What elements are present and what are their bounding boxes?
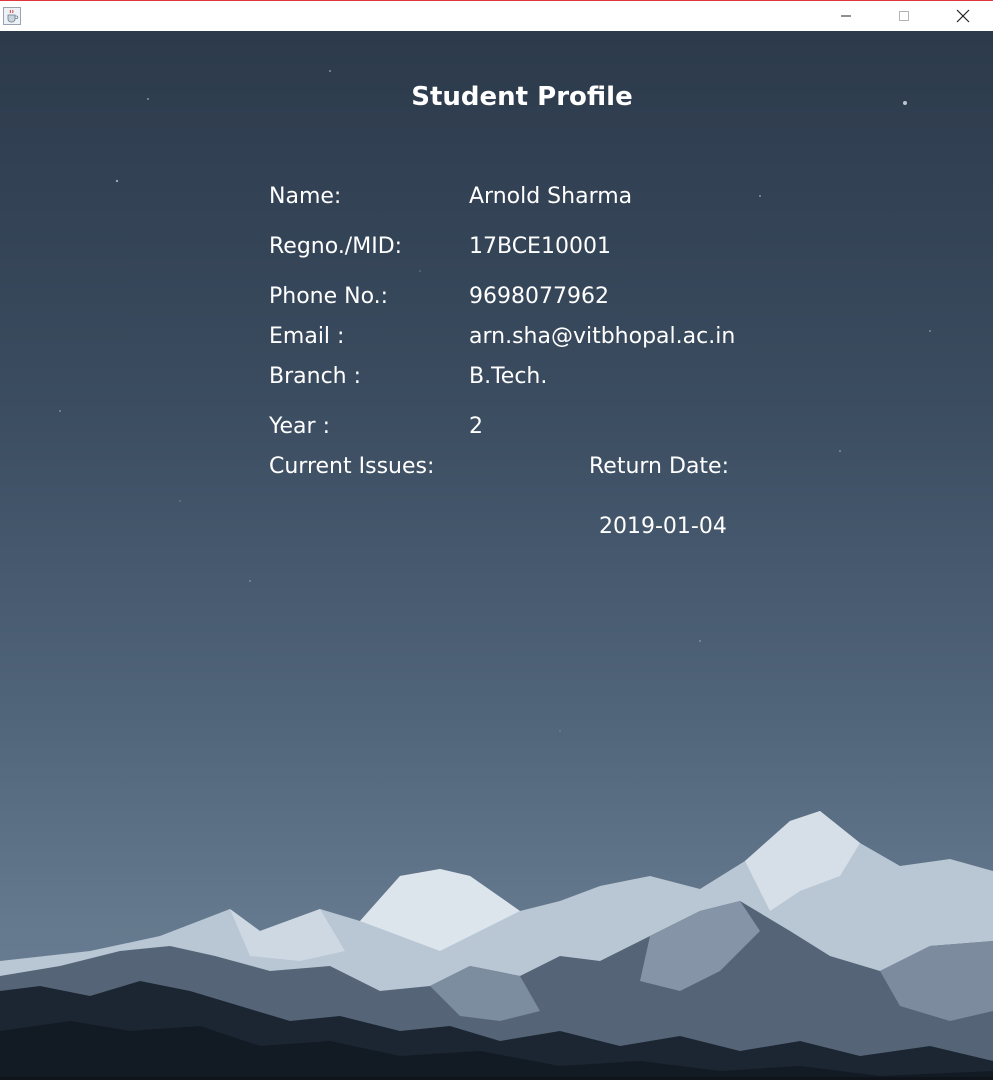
regno-label: Regno./MID: bbox=[269, 234, 403, 259]
maximize-icon bbox=[899, 11, 909, 21]
java-cup-icon[interactable] bbox=[3, 7, 21, 25]
email-label: Email : bbox=[269, 324, 345, 349]
phone-value: 9698077962 bbox=[469, 284, 609, 309]
return-date-value: 2019-01-04 bbox=[599, 514, 727, 539]
maximize-button[interactable] bbox=[881, 1, 927, 31]
phone-label: Phone No.: bbox=[269, 284, 389, 309]
branch-value: B.Tech. bbox=[469, 364, 548, 389]
profile-panel: Student Profile Name: Arnold Sharma Regn… bbox=[0, 31, 993, 1080]
close-button[interactable] bbox=[940, 1, 986, 31]
email-value: arn.sha@vitbhopal.ac.in bbox=[469, 324, 736, 349]
page-title: Student Profile bbox=[411, 82, 633, 112]
year-label: Year : bbox=[269, 414, 330, 439]
name-value: Arnold Sharma bbox=[469, 184, 633, 209]
minimize-icon bbox=[841, 15, 851, 17]
title-bar bbox=[0, 0, 993, 31]
branch-label: Branch : bbox=[269, 364, 362, 389]
return-date-label: Return Date: bbox=[589, 454, 729, 479]
regno-value: 17BCE10001 bbox=[469, 234, 611, 259]
close-icon bbox=[956, 9, 970, 23]
app-window: Student Profile Name: Arnold Sharma Regn… bbox=[0, 0, 993, 1080]
current-issues-label: Current Issues: bbox=[269, 454, 435, 479]
minimize-button[interactable] bbox=[823, 1, 869, 31]
year-value: 2 bbox=[469, 414, 483, 439]
name-label: Name: bbox=[269, 184, 342, 209]
